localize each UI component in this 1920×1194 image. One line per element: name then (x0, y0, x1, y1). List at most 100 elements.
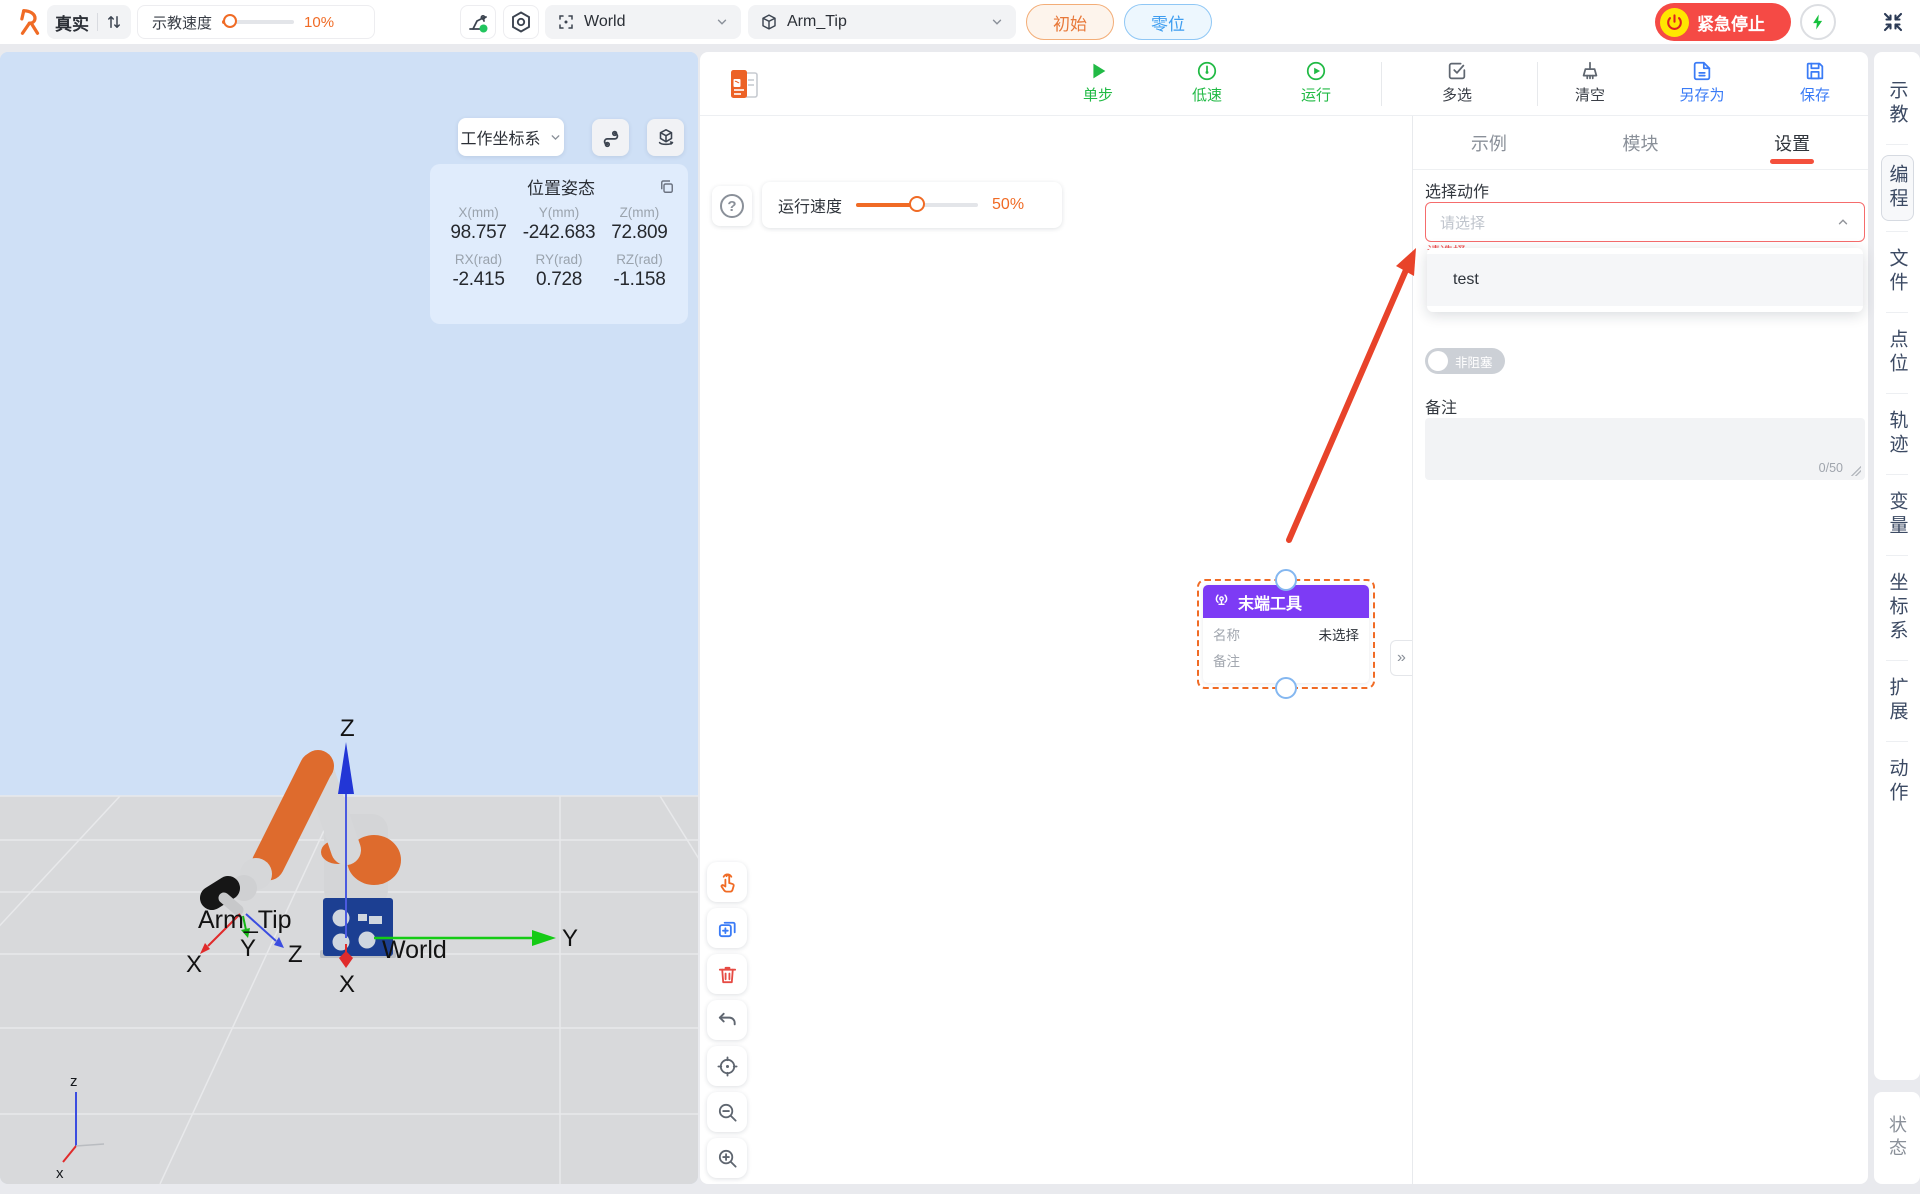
svg-text:z: z (70, 1073, 78, 1090)
panel-collapse-handle[interactable]: » (1390, 640, 1412, 676)
flow-canvas[interactable]: ? 运行速度 50% 末端工具 (700, 116, 1412, 1184)
rail-item-variables[interactable]: 变量 (1884, 485, 1911, 545)
run-speed-label: 运行速度 (778, 193, 842, 217)
svg-text:Arm_Tip: Arm_Tip (198, 906, 292, 934)
tool-frame-dropdown[interactable]: Arm_Tip (748, 5, 1016, 39)
note-field: 0/50 (1425, 418, 1865, 480)
node-title: 末端工具 (1238, 590, 1302, 614)
hand-drag-button[interactable] (707, 862, 747, 902)
power-status-button[interactable] (1800, 4, 1836, 40)
run-speed-knob[interactable] (909, 196, 925, 212)
node-output-port[interactable] (1275, 677, 1297, 699)
chevron-down-icon (990, 15, 1004, 29)
gripper-icon (1213, 593, 1230, 610)
clear-button[interactable]: 清空 (1544, 60, 1636, 110)
undo-button[interactable] (707, 1000, 747, 1040)
divider (1886, 231, 1908, 232)
collapse-window-icon[interactable] (1876, 6, 1910, 38)
resize-grip-icon[interactable] (1851, 466, 1861, 476)
low-speed-button[interactable]: 低速 (1161, 60, 1253, 110)
pose-value: 0.728 (515, 269, 603, 291)
center-view-button[interactable] (707, 1046, 747, 1086)
tab-modules[interactable]: 模块 (1565, 116, 1717, 169)
divider (1886, 393, 1908, 394)
tab-examples[interactable]: 示例 (1413, 116, 1565, 169)
tab-settings[interactable]: 设置 (1716, 116, 1868, 169)
rail-item-trajectory[interactable]: 轨迹 (1884, 404, 1911, 464)
copy-icon[interactable] (658, 178, 676, 196)
rail-item-points[interactable]: 点位 (1884, 323, 1911, 383)
status-card[interactable]: 状态 (1874, 1092, 1920, 1184)
pose-label: RZ(rad) (603, 252, 676, 267)
settings-hex-button[interactable] (503, 5, 539, 39)
save-as-button[interactable]: 另存为 (1656, 60, 1748, 110)
rail-item-teach[interactable]: 示教 (1884, 74, 1911, 134)
workbench-header: 单步 低速 运行 多选 (700, 52, 1868, 116)
mode-group: 真实 (47, 5, 131, 39)
program-file-icon[interactable] (724, 64, 764, 104)
help-icon: ? (720, 194, 744, 218)
svg-text:X: X (339, 971, 355, 998)
help-button[interactable]: ? (712, 186, 752, 226)
multi-select-button[interactable]: 多选 (1411, 60, 1503, 110)
work-frame-button[interactable]: 工作坐标系 (458, 118, 564, 156)
note-textarea[interactable] (1425, 418, 1865, 480)
low-speed-label: 低速 (1192, 84, 1222, 105)
init-pose-button[interactable]: 初始 (1026, 4, 1114, 40)
dropdown-option-test[interactable]: test (1427, 254, 1863, 306)
chevron-down-icon (549, 131, 562, 144)
svg-text:Z: Z (340, 715, 355, 742)
delete-button[interactable] (707, 954, 747, 994)
run-speed-slider[interactable] (856, 203, 978, 207)
trajectory-path-button[interactable] (592, 119, 629, 156)
rail-item-frames[interactable]: 坐标系 (1884, 566, 1911, 650)
pose-label: RY(rad) (515, 252, 603, 267)
teach-speed-label: 示教速度 (152, 12, 212, 33)
zoom-out-button[interactable] (707, 1092, 747, 1132)
pose-label: Z(mm) (603, 205, 676, 220)
orbit-view-button[interactable] (647, 119, 684, 156)
teach-speed-knob[interactable] (223, 14, 237, 28)
non-blocking-toggle[interactable]: 非阻塞 (1425, 348, 1505, 374)
divider (1886, 555, 1908, 556)
action-select[interactable]: 请选择 (1425, 202, 1865, 242)
mode-label[interactable]: 真实 (55, 10, 89, 35)
save-label: 保存 (1800, 84, 1830, 105)
world-frame-dropdown[interactable]: World (545, 5, 741, 39)
svg-text:Y: Y (562, 925, 578, 952)
svg-text:World: World (382, 936, 447, 964)
flow-node-end-tool[interactable]: 末端工具 名称 未选择 备注 (1197, 579, 1375, 689)
robot-status-button[interactable] (460, 5, 496, 39)
teach-speed-slider[interactable] (222, 20, 294, 24)
rail-item-extensions[interactable]: 扩展 (1884, 671, 1911, 731)
run-button[interactable]: 运行 (1270, 60, 1362, 110)
note-field-label: 备注 (1425, 394, 1457, 418)
viewport-3d[interactable]: Z Y X World X Y Z Arm_Tip (0, 52, 698, 1184)
work-frame-label: 工作坐标系 (460, 125, 540, 149)
rail-item-actions[interactable]: 动作 (1884, 752, 1911, 812)
emergency-stop-label: 紧急停止 (1697, 10, 1765, 35)
rail-item-files[interactable]: 文件 (1884, 242, 1911, 302)
teach-speed-value: 10% (304, 14, 334, 31)
rail-item-programming[interactable]: 编程 (1881, 155, 1914, 221)
pose-value: -242.683 (515, 222, 603, 244)
emergency-stop-button[interactable]: 紧急停止 (1655, 3, 1791, 41)
zero-pose-button[interactable]: 零位 (1124, 4, 1212, 40)
node-input-port[interactable] (1275, 569, 1297, 591)
world-frame-value: World (584, 13, 706, 31)
step-run-button[interactable]: 单步 (1052, 60, 1144, 110)
action-dropdown: test (1427, 248, 1863, 312)
add-node-button[interactable] (707, 908, 747, 948)
power-icon (1660, 8, 1689, 37)
divider (1381, 62, 1382, 106)
node-note-label: 备注 (1213, 650, 1240, 670)
zoom-in-button[interactable] (707, 1138, 747, 1178)
note-counter: 0/50 (1819, 461, 1843, 475)
pose-panel: 位置姿态 X(mm) Y(mm) Z(mm) 98.757 -242.683 7… (430, 164, 688, 324)
save-button[interactable]: 保存 (1769, 60, 1861, 110)
run-speed-group: 运行速度 50% (762, 182, 1062, 228)
svg-text:Z: Z (288, 941, 303, 968)
swap-vertical-icon[interactable] (105, 13, 123, 31)
brand-logo-icon (14, 7, 46, 37)
step-run-label: 单步 (1083, 84, 1113, 105)
